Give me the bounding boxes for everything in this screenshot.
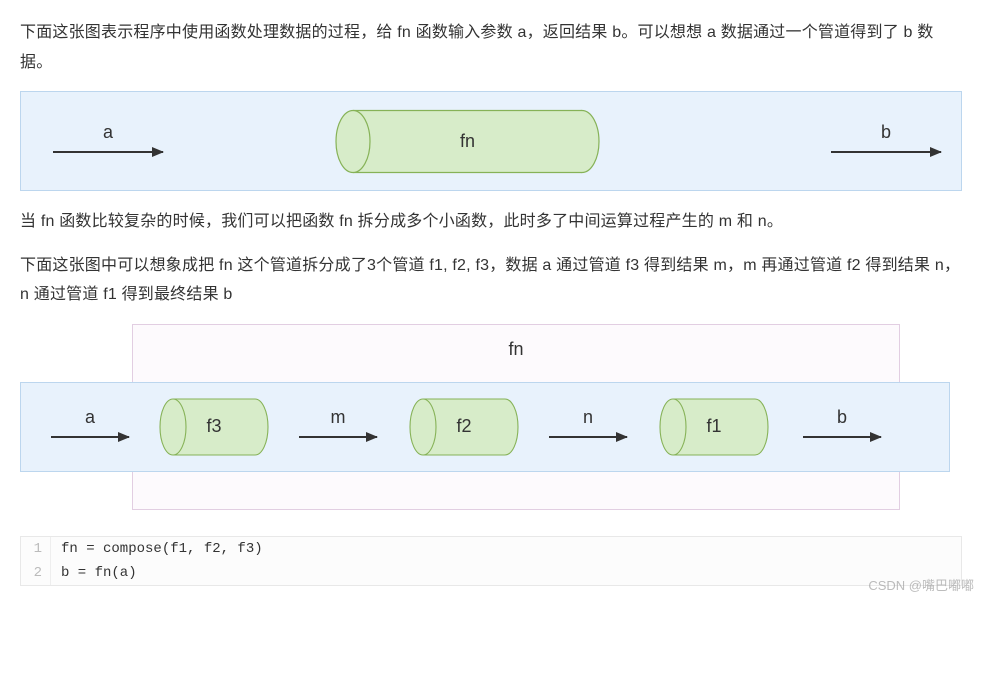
pipe-fn: fn (335, 109, 600, 174)
label-b2: b (837, 401, 847, 434)
pipe-f3-label: f3 (206, 410, 221, 443)
code-text: fn = compose(f1, f2, f3) (51, 537, 263, 561)
code-block: 1 fn = compose(f1, f2, f3) 2 b = fn(a) (20, 536, 962, 586)
code-text: b = fn(a) (51, 561, 137, 585)
arrow-m: m (299, 401, 377, 438)
line-number: 1 (21, 537, 51, 561)
paragraph-compose: 下面这张图中可以想象成把 fn 这个管道拆分成了3个管道 f1, f2, f3，… (20, 251, 962, 310)
arrow-a: a (51, 401, 129, 438)
label-n: n (583, 401, 593, 434)
pipe-fn-label: fn (460, 125, 475, 158)
pipe-f1-label: f1 (706, 410, 721, 443)
label-m: m (331, 401, 346, 434)
arrow-n: n (549, 401, 627, 438)
paragraph-split: 当 fn 函数比较复杂的时候，我们可以把函数 fn 拆分成多个小函数，此时多了中… (20, 207, 962, 237)
diagram-single-pipe: a fn b (20, 91, 962, 191)
line-number: 2 (21, 561, 51, 585)
arrow-input-a: a (53, 116, 163, 153)
pipe-f3: f3 (159, 397, 269, 457)
code-line: 1 fn = compose(f1, f2, f3) (21, 537, 961, 561)
arrow-b: b (803, 401, 881, 438)
pipe-f1: f1 (659, 397, 769, 457)
arrow-output-b: b (831, 116, 941, 153)
paragraph-intro: 下面这张图表示程序中使用函数处理数据的过程，给 fn 函数输入参数 a，返回结果… (20, 18, 962, 77)
pipe-f2-label: f2 (456, 410, 471, 443)
pipe-bar: a f3 m f2 (20, 382, 950, 472)
pipe-f2: f2 (409, 397, 519, 457)
label-a: a (103, 116, 113, 149)
fn-container-label: fn (133, 325, 899, 366)
diagram-compose-pipes: fn a f3 m (20, 324, 962, 514)
label-b: b (881, 116, 891, 149)
label-a2: a (85, 401, 95, 434)
code-line: 2 b = fn(a) (21, 561, 961, 585)
